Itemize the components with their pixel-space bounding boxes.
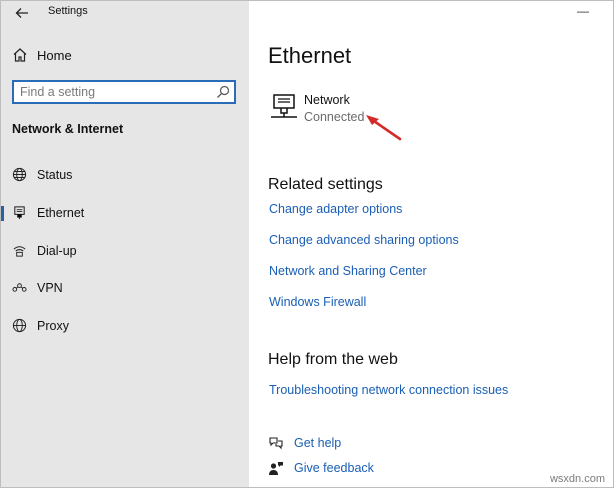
related-settings-heading: Related settings [268, 176, 383, 193]
link-change-advanced-sharing-options[interactable]: Change advanced sharing options [269, 233, 459, 247]
ethernet-network-icon [271, 94, 297, 118]
sidebar-item-status[interactable]: Status [1, 162, 249, 188]
sidebar-home-label: Home [37, 48, 72, 63]
network-name: Network [304, 93, 350, 107]
link-change-adapter-options[interactable]: Change adapter options [269, 202, 402, 216]
link-troubleshooting-network[interactable]: Troubleshooting network connection issue… [269, 383, 508, 397]
link-network-sharing-center[interactable]: Network and Sharing Center [269, 264, 427, 278]
sidebar-item-label: Dial-up [37, 244, 77, 258]
globe-status-icon [12, 167, 27, 182]
minimize-button[interactable]: — [577, 4, 589, 18]
search-input[interactable] [14, 82, 216, 102]
sidebar-item-dialup[interactable]: Dial-up [1, 238, 249, 264]
home-icon [13, 48, 27, 62]
app-title: Settings [48, 5, 88, 17]
back-button[interactable] [12, 4, 32, 22]
sidebar-item-label: Ethernet [37, 206, 85, 220]
back-arrow-icon [15, 8, 28, 18]
get-help-label: Get help [294, 436, 342, 450]
sidebar-item-vpn[interactable]: VPN [1, 275, 249, 301]
sidebar-item-label: Status [37, 168, 73, 182]
dialup-icon [13, 246, 26, 257]
watermark-text: wsxdn.com [549, 473, 605, 485]
sidebar-item-proxy[interactable]: Proxy [1, 313, 249, 339]
settings-window: Settings Home Network & Internet Status [0, 0, 614, 488]
link-windows-firewall[interactable]: Windows Firewall [269, 295, 366, 309]
help-from-web-heading: Help from the web [268, 351, 398, 368]
sidebar-item-home[interactable]: Home [1, 44, 249, 68]
sidebar-item-ethernet[interactable]: Ethernet [1, 200, 249, 226]
sidebar-section-title: Network & Internet [12, 122, 124, 136]
sidebar-item-label: VPN [37, 281, 63, 295]
feedback-person-icon [269, 462, 283, 475]
page-title: Ethernet [268, 43, 352, 68]
sidebar-item-label: Proxy [37, 319, 69, 333]
search-icon[interactable] [216, 85, 230, 99]
ethernet-icon [14, 206, 25, 220]
sidebar: Settings Home Network & Internet Status [1, 1, 249, 487]
vpn-icon [12, 283, 27, 292]
network-status: Connected [304, 110, 365, 124]
annotation-arrow-icon [366, 115, 402, 141]
search-box [12, 80, 236, 104]
main-content: — Ethernet Network Connected Related set… [250, 1, 613, 487]
globe-icon [12, 318, 27, 333]
give-feedback-label: Give feedback [294, 461, 374, 475]
chat-help-icon [269, 437, 283, 450]
